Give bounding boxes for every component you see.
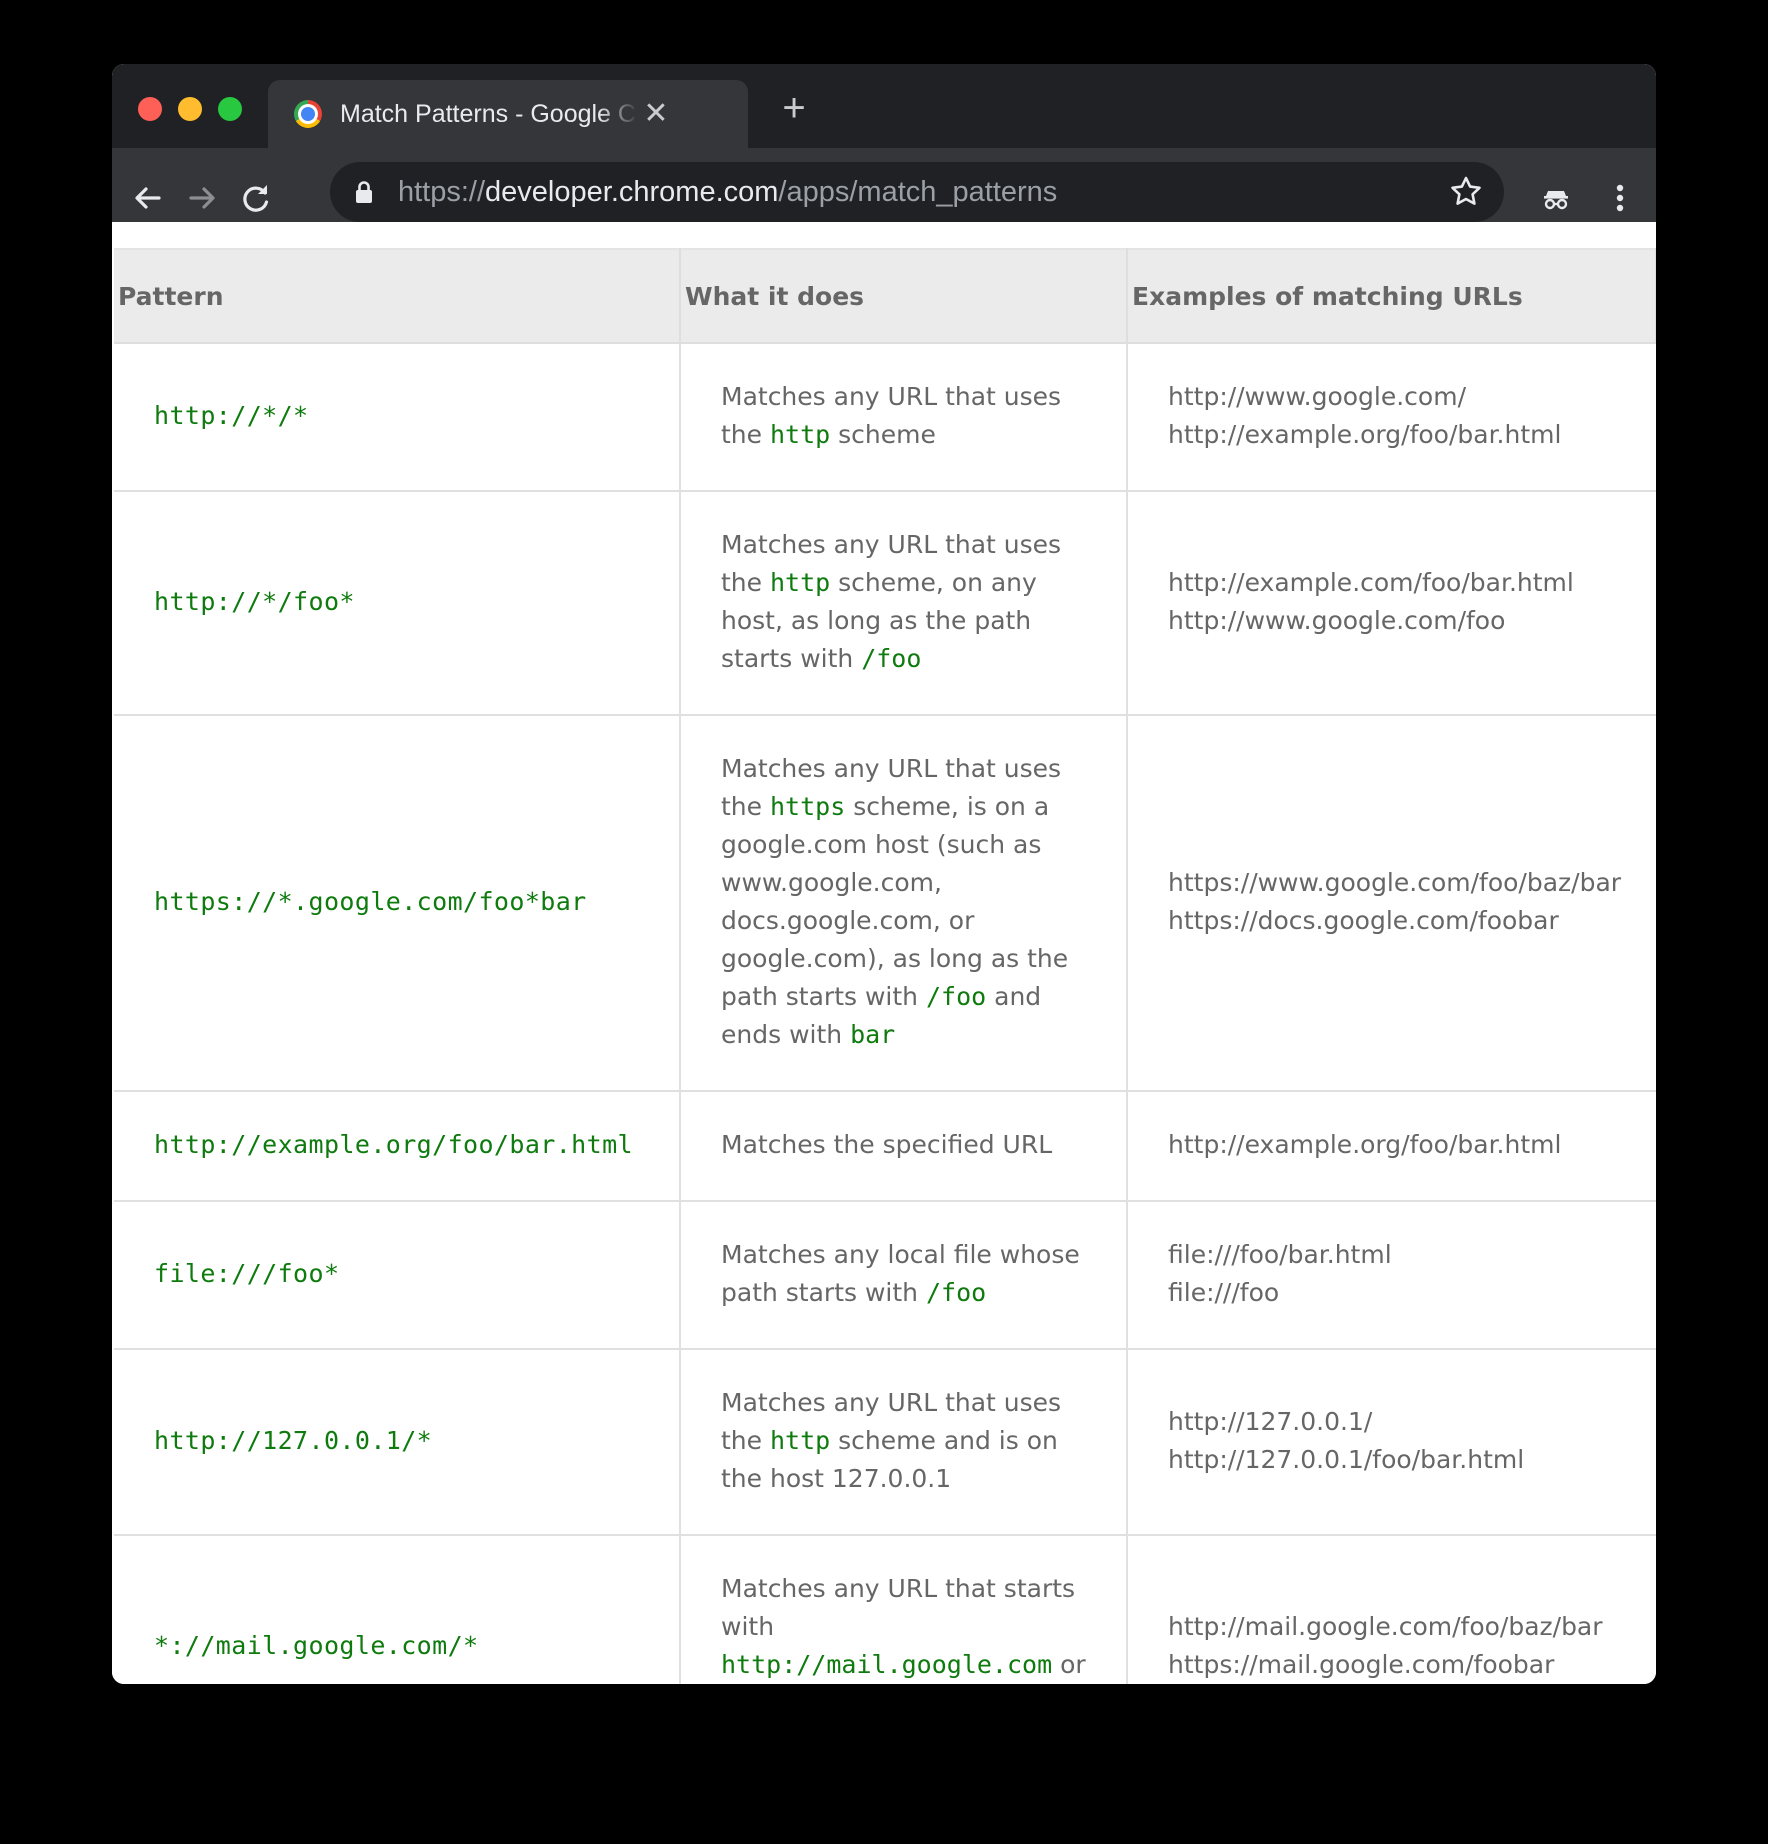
examples-cell: http://example.com/foo/bar.html http://ww… bbox=[1126, 490, 1656, 716]
pattern-code: *://mail.google.com/* bbox=[154, 1631, 479, 1660]
tab-match-patterns[interactable]: Match Patterns - Google Chrome ✕ bbox=[268, 80, 748, 148]
column-header-what-it-does: What it does bbox=[680, 248, 1128, 344]
description-cell: Matches the specified URL bbox=[679, 1090, 1128, 1202]
examples-cell: http://mail.google.com/foo/baz/bar https:… bbox=[1126, 1534, 1656, 1684]
example-url: https://www.google.com/foo/baz/bar bbox=[1168, 868, 1622, 897]
description-cell: Matches any local file whose path starts… bbox=[679, 1200, 1128, 1350]
example-url: file:///foo/bar.html bbox=[1168, 1240, 1392, 1269]
examples-cell: http://www.google.com/http://example.org… bbox=[1126, 342, 1656, 492]
pattern-code: http://*/* bbox=[154, 401, 309, 430]
url-text: https://developer.chrome.com/apps/match_… bbox=[398, 162, 1057, 222]
description-text: Matches any URL that starts with bbox=[721, 1574, 1076, 1641]
examples-cell: file:///foo/bar.html file:///foo bbox=[1126, 1200, 1656, 1350]
close-window-button[interactable] bbox=[138, 97, 162, 121]
description-text: scheme, is on a google.com host (such as… bbox=[721, 792, 1069, 1011]
pattern-code: http://example.org/foo/bar.html bbox=[154, 1130, 633, 1159]
inline-code: bar bbox=[850, 1020, 896, 1049]
tab-title: Match Patterns - Google Chrome bbox=[340, 100, 636, 128]
table-row: http://example.org/foo/bar.html Matches t… bbox=[114, 1090, 1656, 1202]
pattern-cell: http://*/foo* bbox=[114, 490, 681, 716]
examples-cell: http://example.org/foo/bar.html bbox=[1126, 1090, 1656, 1202]
more-menu-icon[interactable] bbox=[1598, 176, 1642, 220]
table-row: http://*/foo* Matches any URL that uses t… bbox=[114, 490, 1656, 716]
table-row: http://127.0.0.1/* Matches any URL that u… bbox=[114, 1348, 1656, 1536]
pattern-cell: http://127.0.0.1/* bbox=[114, 1348, 681, 1536]
forward-icon[interactable] bbox=[180, 176, 224, 220]
table-header-row: Pattern What it does Examples of matchin… bbox=[114, 248, 1656, 344]
description-text: or bbox=[1052, 1650, 1086, 1679]
url-host: developer.chrome.com bbox=[485, 176, 779, 208]
description-cell: Matches any URL that uses the http schem… bbox=[679, 1348, 1128, 1536]
pattern-cell: *://mail.google.com/* bbox=[114, 1534, 681, 1684]
table-row: file:///foo* Matches any local file whose… bbox=[114, 1200, 1656, 1350]
new-tab-button[interactable]: + bbox=[774, 88, 814, 128]
inline-code: /foo bbox=[861, 644, 922, 673]
tab-title-fade bbox=[598, 90, 638, 138]
description-text: scheme bbox=[830, 420, 936, 449]
example-url: file:///foo bbox=[1168, 1278, 1280, 1307]
pattern-cell: http://*/* bbox=[114, 342, 681, 492]
lock-icon bbox=[356, 181, 372, 203]
browser-window: Match Patterns - Google Chrome ✕ + https… bbox=[112, 64, 1656, 1684]
url-path: /apps/match_patterns bbox=[778, 176, 1058, 208]
page-content: Pattern What it does Examples of matchin… bbox=[112, 222, 1656, 1684]
example-url: http://example.com/foo/bar.html bbox=[1168, 568, 1574, 597]
table-row: http://*/* Matches any URL that uses the … bbox=[114, 342, 1656, 492]
pattern-cell: https://*.google.com/foo*bar bbox=[114, 714, 681, 1092]
description-cell: Matches any URL that uses the http schem… bbox=[679, 490, 1128, 716]
table-row: https://*.google.com/foo*bar Matches any … bbox=[114, 714, 1656, 1092]
incognito-icon[interactable] bbox=[1534, 176, 1578, 220]
url-scheme: https:// bbox=[398, 176, 486, 208]
zoom-window-button[interactable] bbox=[218, 97, 242, 121]
pattern-cell: http://example.org/foo/bar.html bbox=[114, 1090, 681, 1202]
description-text: Matches the specified URL bbox=[721, 1130, 1053, 1159]
table-row: *://mail.google.com/* Matches any URL tha… bbox=[114, 1534, 1656, 1684]
bookmark-star-icon[interactable] bbox=[1448, 174, 1484, 210]
examples-cell: https://www.google.com/foo/baz/bar https:… bbox=[1126, 714, 1656, 1092]
chrome-favicon-icon bbox=[294, 100, 322, 128]
example-url: https://docs.google.com/foobar bbox=[1168, 906, 1559, 935]
inline-code: http bbox=[769, 420, 831, 449]
example-url: http://example.org/foo/bar.html bbox=[1168, 420, 1562, 449]
description-cell: Matches any URL that uses the https sche… bbox=[679, 714, 1128, 1092]
close-tab-icon[interactable]: ✕ bbox=[640, 98, 672, 130]
inline-code: http bbox=[769, 1426, 831, 1455]
pattern-cell: file:///foo* bbox=[114, 1200, 681, 1350]
example-url: https://mail.google.com/foobar bbox=[1168, 1650, 1555, 1679]
inline-code: http://mail.google.com bbox=[721, 1650, 1053, 1679]
example-url: http://127.0.0.1/ bbox=[1168, 1407, 1373, 1436]
column-header-examples: Examples of matching URLs bbox=[1127, 248, 1656, 344]
inline-code: /foo bbox=[925, 1278, 987, 1307]
example-url: http://mail.google.com/foo/baz/bar bbox=[1168, 1612, 1603, 1641]
inline-code: https bbox=[769, 792, 846, 821]
example-url: http://127.0.0.1/foo/bar.html bbox=[1168, 1445, 1525, 1474]
example-url: http://www.google.com/foo bbox=[1168, 606, 1506, 635]
minimize-window-button[interactable] bbox=[178, 97, 202, 121]
column-header-pattern: Pattern bbox=[114, 248, 681, 344]
description-cell: Matches any URL that uses the http schem… bbox=[679, 342, 1128, 492]
match-patterns-table: Pattern What it does Examples of matchin… bbox=[114, 248, 1656, 1684]
inline-code: http bbox=[769, 568, 831, 597]
pattern-code: http://127.0.0.1/* bbox=[154, 1426, 433, 1455]
description-text: Matches any local file whose path starts… bbox=[721, 1240, 1080, 1307]
pattern-code: file:///foo* bbox=[154, 1259, 340, 1288]
pattern-code: https://*.google.com/foo*bar bbox=[154, 887, 587, 916]
examples-cell: http://127.0.0.1/http://127.0.0.1/foo/ba… bbox=[1126, 1348, 1656, 1536]
example-url: http://example.org/foo/bar.html bbox=[1168, 1130, 1562, 1159]
address-bar[interactable]: https://developer.chrome.com/apps/match_… bbox=[330, 162, 1504, 222]
pattern-code: http://*/foo* bbox=[154, 587, 355, 616]
description-cell: Matches any URL that starts with http://… bbox=[679, 1534, 1128, 1684]
tab-strip: Match Patterns - Google Chrome ✕ + bbox=[112, 64, 1656, 148]
inline-code: /foo bbox=[925, 982, 987, 1011]
reload-icon[interactable] bbox=[234, 176, 278, 220]
back-icon[interactable] bbox=[126, 176, 170, 220]
example-url: http://www.google.com/ bbox=[1168, 382, 1466, 411]
